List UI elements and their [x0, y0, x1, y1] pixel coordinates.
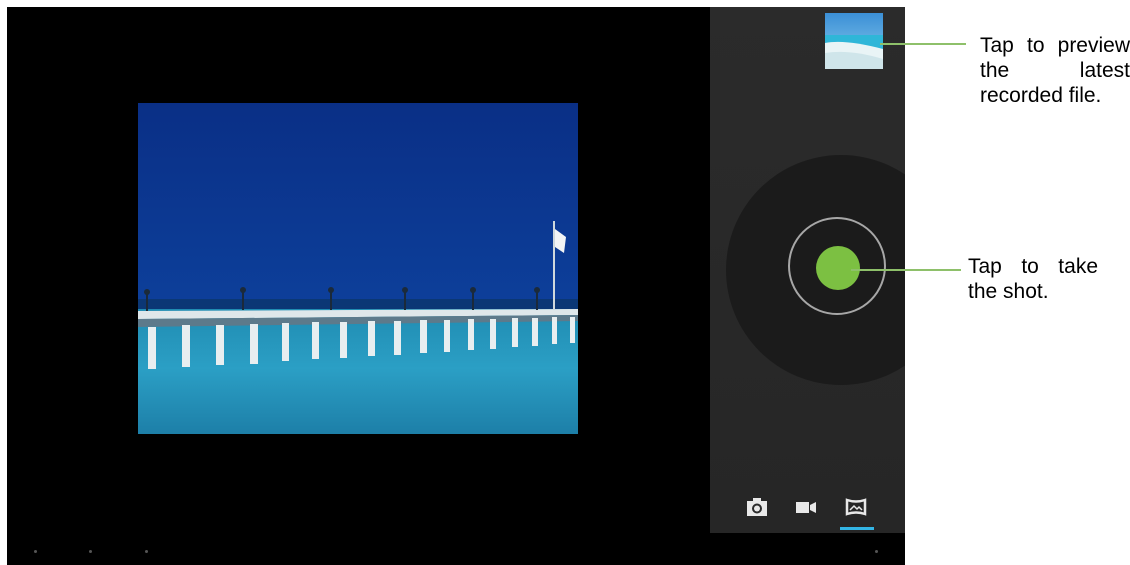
selected-mode-indicator: [840, 527, 874, 530]
viewfinder-preview[interactable]: [138, 103, 578, 434]
preview-callout-text: Tap to preview the latest recorded file.: [980, 34, 1130, 107]
nav-dot-3: [145, 550, 148, 553]
shutter-callout-text: Tap to take the shot.: [968, 255, 1098, 303]
nav-dot-4: [875, 550, 878, 553]
mode-switcher: [710, 495, 905, 519]
mode-photo[interactable]: [745, 495, 769, 519]
camera-screen: [7, 7, 905, 565]
panorama-icon: [845, 498, 867, 516]
preview-callout-line: [880, 43, 966, 45]
mode-video[interactable]: [794, 495, 818, 519]
latest-recording-thumbnail[interactable]: [825, 13, 883, 69]
shutter-callout-line: [851, 269, 961, 271]
video-camera-icon: [796, 502, 816, 513]
mode-panorama[interactable]: [844, 495, 868, 519]
nav-dot-2: [89, 550, 92, 553]
camera-icon: [747, 498, 767, 516]
beach-thumbnail-image: [825, 13, 883, 69]
shutter-button[interactable]: [816, 246, 860, 290]
nav-dot-1: [34, 550, 37, 553]
pier-scene-image: [138, 103, 578, 434]
